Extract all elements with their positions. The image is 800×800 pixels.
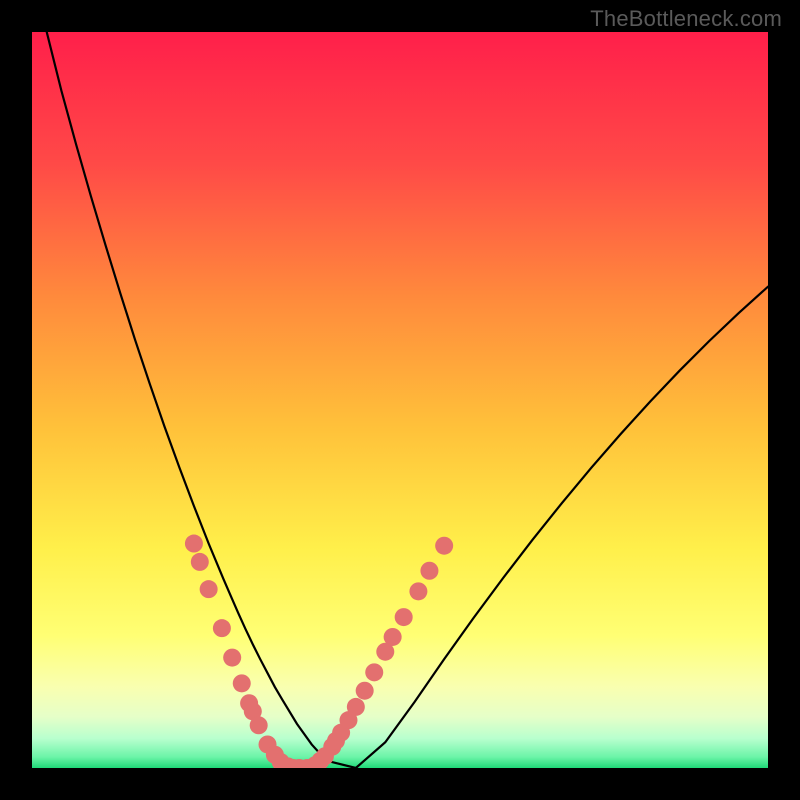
data-dot: [395, 608, 413, 626]
data-dot: [250, 716, 268, 734]
plot-area: [32, 32, 768, 768]
chart-frame: TheBottleneck.com: [0, 0, 800, 800]
data-dot: [200, 580, 218, 598]
data-dot: [233, 674, 251, 692]
data-dot: [223, 649, 241, 667]
data-dot: [365, 663, 383, 681]
data-dot: [409, 582, 427, 600]
data-dot: [435, 537, 453, 555]
data-dot: [347, 698, 365, 716]
data-dot: [213, 619, 231, 637]
data-dots: [185, 535, 453, 768]
data-dot: [356, 682, 374, 700]
curve-layer: [32, 32, 768, 768]
watermark-text: TheBottleneck.com: [590, 6, 782, 32]
data-dot: [420, 562, 438, 580]
data-dot: [191, 553, 209, 571]
bottleneck-curve: [32, 32, 768, 768]
data-dot: [384, 628, 402, 646]
data-dot: [185, 535, 203, 553]
